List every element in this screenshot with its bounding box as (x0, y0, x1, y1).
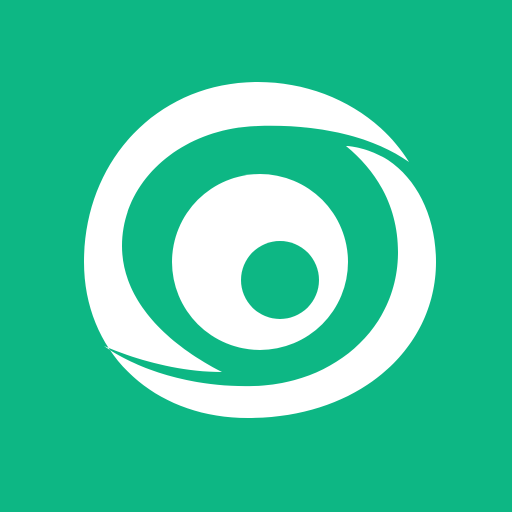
pupil (241, 241, 319, 319)
swirl-eye-logo-icon (84, 82, 436, 418)
app-icon (0, 0, 512, 512)
